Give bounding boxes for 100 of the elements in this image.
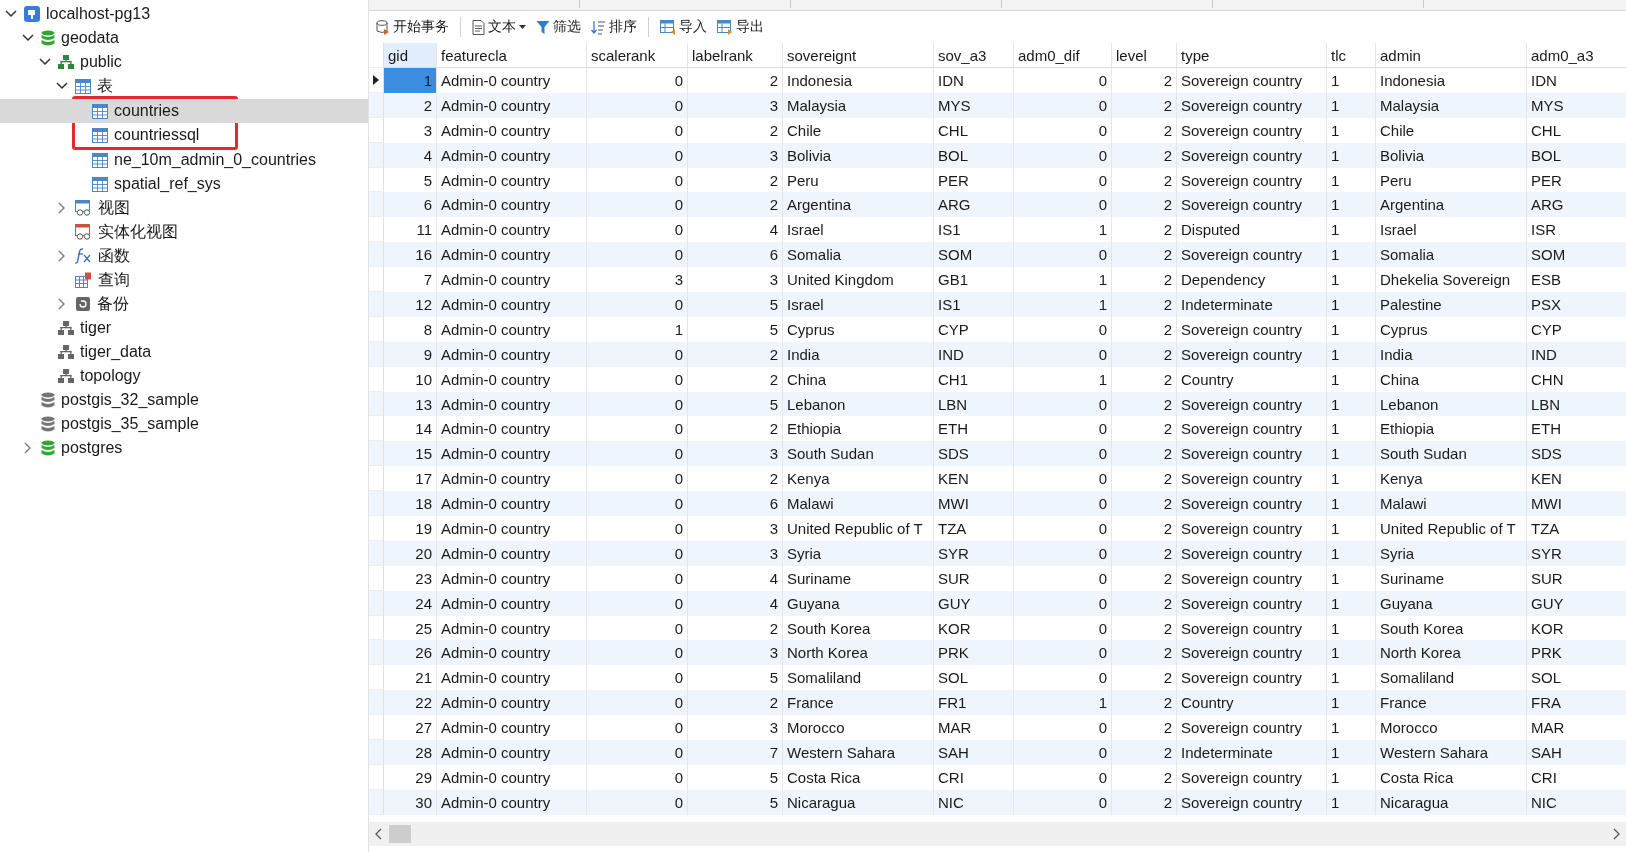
column-header[interactable]: labelrank xyxy=(688,43,783,68)
row-selector[interactable] xyxy=(369,242,384,268)
tree-item[interactable]: 查询 xyxy=(0,268,368,292)
table-cell: South Sudan xyxy=(783,441,934,467)
tree-item[interactable]: localhost-pg13 xyxy=(0,2,368,26)
toolbar-button[interactable]: 排序 xyxy=(588,16,640,38)
table-cell: China xyxy=(783,366,934,392)
row-selector[interactable] xyxy=(369,590,384,616)
table-icon xyxy=(92,152,108,168)
tree-item[interactable]: 备份 xyxy=(0,292,368,316)
database-icon xyxy=(41,391,55,409)
row-selector[interactable] xyxy=(369,740,384,765)
tree-item[interactable]: 函数 xyxy=(0,244,368,268)
row-selector[interactable] xyxy=(369,341,384,367)
table-cell: 0 xyxy=(587,117,688,143)
table-cell: PRK xyxy=(934,640,1014,666)
row-selector[interactable] xyxy=(369,316,384,342)
table-cell: Sovereign country xyxy=(1177,242,1327,268)
tree-item[interactable]: 视图 xyxy=(0,196,368,220)
table-cell: CHN xyxy=(1527,366,1626,392)
table-cell: FRA xyxy=(1527,690,1626,716)
chevron-right-icon[interactable] xyxy=(58,202,66,214)
table-cell: MYS xyxy=(1527,92,1626,118)
toolbar-button[interactable]: 导出 xyxy=(714,16,767,38)
column-header[interactable]: scalerank xyxy=(587,43,688,68)
row-selector[interactable] xyxy=(369,565,384,591)
column-header[interactable]: sov_a3 xyxy=(934,43,1014,68)
tree-item[interactable]: spatial_ref_sys xyxy=(0,172,368,196)
row-selector[interactable] xyxy=(369,292,384,317)
row-selector[interactable] xyxy=(369,491,384,517)
table-cell: TZA xyxy=(934,516,1014,541)
table-cell: CRI xyxy=(934,764,1014,790)
row-selector[interactable] xyxy=(369,117,384,143)
tree-item[interactable]: tiger_data xyxy=(0,340,368,364)
table-cell: Admin-0 country xyxy=(437,391,587,417)
chevron-right-icon[interactable] xyxy=(58,250,66,262)
row-selector[interactable] xyxy=(369,391,384,417)
table-cell: Admin-0 country xyxy=(437,540,587,566)
row-selector[interactable] xyxy=(369,764,384,790)
column-header[interactable]: adm0_a3 xyxy=(1527,43,1626,68)
tree-item[interactable]: postgis_35_sample xyxy=(0,412,368,436)
tree-item[interactable]: countries xyxy=(0,99,368,123)
tree-item[interactable]: postgis_32_sample xyxy=(0,388,368,412)
column-header[interactable]: type xyxy=(1177,43,1327,68)
table-cell: 2 xyxy=(1112,92,1177,118)
table-cell: Sovereign country xyxy=(1177,516,1327,541)
table-cell: 5 xyxy=(688,789,783,815)
tree-item[interactable]: 表 xyxy=(0,74,368,98)
tree-item[interactable]: 实体化视图 xyxy=(0,220,368,244)
scroll-left-icon[interactable] xyxy=(375,828,383,840)
tree-item[interactable]: countriessql xyxy=(0,123,368,147)
table-cell: 1 xyxy=(1014,690,1112,716)
chevron-right-icon[interactable] xyxy=(24,442,32,454)
tree-item[interactable]: topology xyxy=(0,364,368,388)
row-selector[interactable] xyxy=(369,540,384,566)
column-header[interactable]: admin xyxy=(1376,43,1527,68)
chevron-down-icon[interactable] xyxy=(5,10,17,18)
row-selector[interactable] xyxy=(369,192,384,218)
chevron-right-icon[interactable] xyxy=(58,298,66,310)
table-cell: 1 xyxy=(1327,292,1376,317)
row-selector[interactable] xyxy=(369,142,384,168)
table-cell: Admin-0 country xyxy=(437,690,587,716)
toolbar-button[interactable]: 导入 xyxy=(657,16,710,38)
table-cell: PRK xyxy=(1527,640,1626,666)
table-cell: Admin-0 country xyxy=(437,117,587,143)
table-cell: 5 xyxy=(688,391,783,417)
table-cell: 5 xyxy=(688,764,783,790)
row-selector[interactable] xyxy=(369,690,384,716)
column-header[interactable]: level xyxy=(1112,43,1177,68)
scroll-right-icon[interactable] xyxy=(1612,828,1620,840)
chevron-down-icon[interactable] xyxy=(39,58,51,66)
table-cell: Admin-0 country xyxy=(437,441,587,467)
column-header[interactable]: featurecla xyxy=(437,43,587,68)
column-header[interactable]: sovereignt xyxy=(783,43,934,68)
horizontal-scrollbar[interactable] xyxy=(369,822,1626,846)
toolbar-button[interactable]: 开始事务 xyxy=(373,16,452,38)
column-header[interactable]: gid xyxy=(384,43,437,68)
table-cell: 2 xyxy=(1112,117,1177,143)
row-selector[interactable] xyxy=(369,516,384,541)
row-selector[interactable] xyxy=(369,640,384,666)
table-cell: 8 xyxy=(384,316,437,342)
table-cell: SDS xyxy=(934,441,1014,467)
row-selector[interactable] xyxy=(369,789,384,815)
tree-item[interactable]: geodata xyxy=(0,26,368,50)
toolbar-button[interactable]: 筛选 xyxy=(533,16,584,38)
tree-item[interactable]: tiger xyxy=(0,316,368,340)
tree-item[interactable]: public xyxy=(0,50,368,74)
scrollbar-thumb[interactable] xyxy=(389,825,411,843)
chevron-down-icon[interactable] xyxy=(56,82,68,90)
row-selector[interactable] xyxy=(369,366,384,392)
tree-item[interactable]: ne_10m_admin_0_countries xyxy=(0,148,368,172)
table-cell: SOM xyxy=(1527,242,1626,268)
table-cell: 2 xyxy=(1112,540,1177,566)
row-selector[interactable] xyxy=(369,441,384,467)
chevron-down-icon[interactable] xyxy=(22,34,34,42)
column-header[interactable]: adm0_dif xyxy=(1014,43,1112,68)
tree-item[interactable]: postgres xyxy=(0,436,368,460)
column-header[interactable]: tlc xyxy=(1327,43,1376,68)
dropdown-button[interactable]: 文本 xyxy=(469,16,529,38)
table-cell: 1 xyxy=(1327,341,1376,367)
